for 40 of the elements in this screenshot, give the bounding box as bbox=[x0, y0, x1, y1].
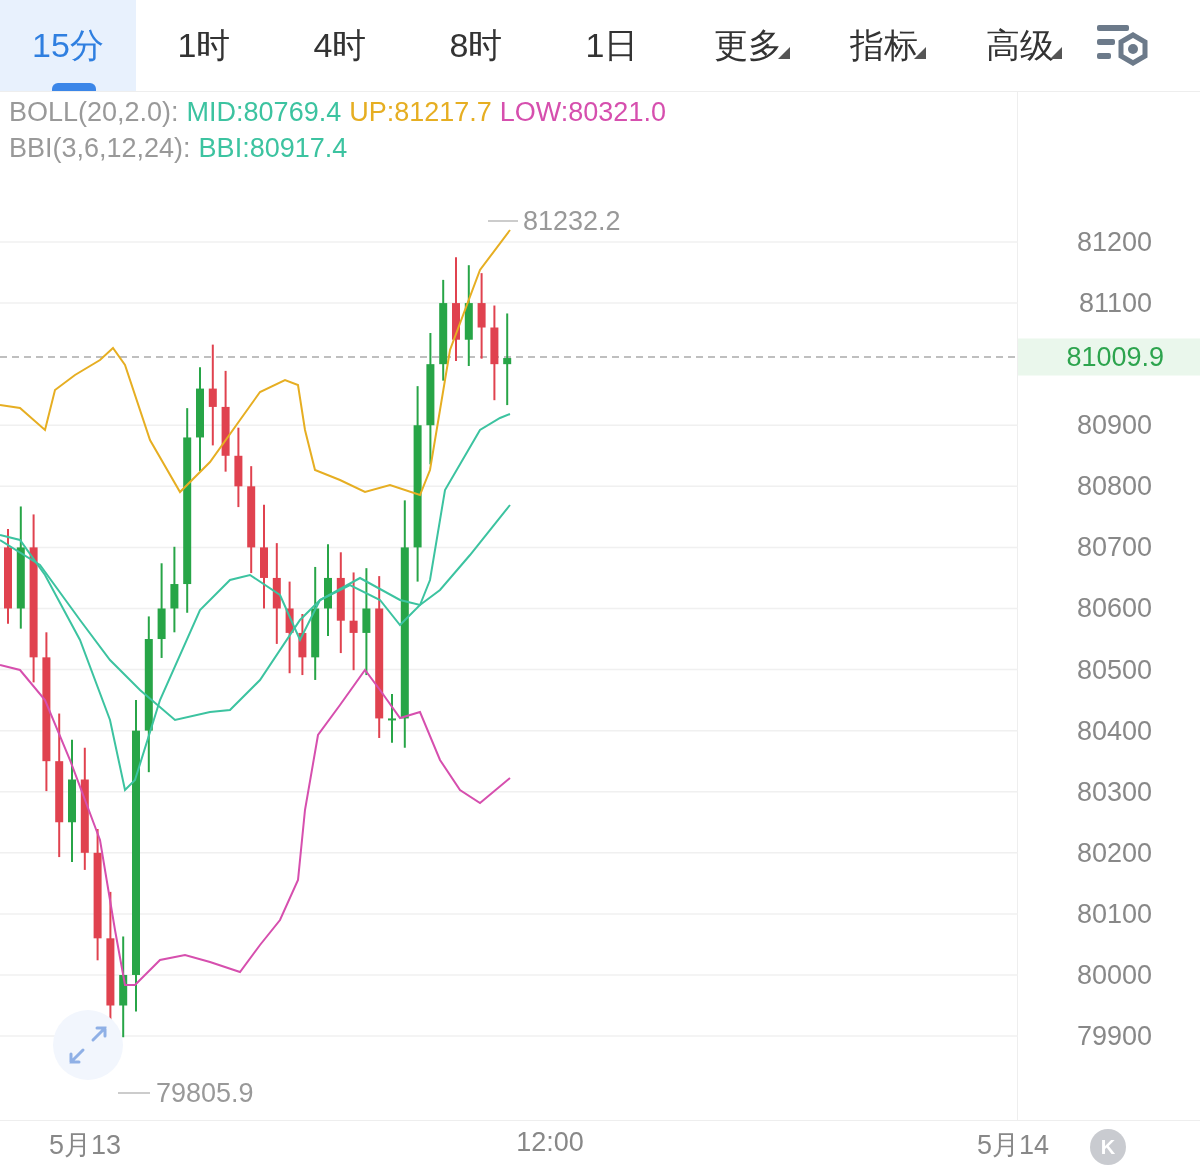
price-axis-label: 80700 bbox=[1076, 531, 1152, 563]
indicator-value: BBI:80917.4 bbox=[198, 132, 348, 164]
timeframe-tab[interactable]: 指标 bbox=[816, 0, 952, 91]
time-axis-label: 5月13 bbox=[48, 1129, 122, 1162]
timeframe-tab[interactable]: 高级 bbox=[952, 0, 1088, 91]
indicator-name: BBI(3,6,12,24): bbox=[9, 132, 191, 164]
timeframe-tab[interactable]: 8时 bbox=[408, 0, 544, 91]
price-axis-label: 80200 bbox=[1076, 837, 1152, 869]
timeframe-tab[interactable]: 4时 bbox=[272, 0, 408, 91]
candlestick bbox=[388, 693, 396, 744]
timeframe-tab[interactable]: 更多 bbox=[680, 0, 816, 91]
price-axis-label: 81200 bbox=[1076, 226, 1152, 258]
expand-button[interactable] bbox=[53, 1010, 123, 1080]
time-axis-label: 5月14 bbox=[976, 1129, 1050, 1162]
timeframe-tab[interactable]: 1日 bbox=[544, 0, 680, 91]
timeframe-tab[interactable]: 15分 bbox=[0, 0, 136, 91]
leader-line bbox=[487, 220, 519, 222]
indicator-value: UP:81217.7 bbox=[349, 96, 492, 128]
timeframe-tab[interactable]: 1时 bbox=[136, 0, 272, 91]
leader-line bbox=[117, 1092, 151, 1094]
price-axis-label: 80400 bbox=[1076, 715, 1152, 747]
price-axis-label: 80900 bbox=[1076, 409, 1152, 441]
price-axis-label: 80500 bbox=[1076, 654, 1152, 686]
high-price-label: 81232.2 bbox=[523, 205, 621, 237]
dropdown-corner-icon bbox=[778, 47, 790, 59]
settings-icon bbox=[1097, 22, 1151, 69]
price-axis-label: 80300 bbox=[1076, 776, 1152, 808]
candlestick bbox=[298, 613, 307, 677]
price-axis-label: 81100 bbox=[1078, 287, 1152, 319]
time-axis-label: 12:00 bbox=[516, 1127, 584, 1158]
indicator-value: MID:80769.4 bbox=[186, 96, 342, 128]
price-axis-label: 79900 bbox=[1076, 1020, 1152, 1052]
price-axis-label: 80800 bbox=[1076, 470, 1152, 502]
price-axis-label: 80600 bbox=[1076, 592, 1152, 624]
indicator-value: LOW:80321.0 bbox=[499, 96, 666, 128]
indicator-name: BOLL(20,2.0): bbox=[9, 96, 179, 128]
low-price-label: 79805.9 bbox=[156, 1077, 254, 1109]
current-price-label: 81009.9 bbox=[1018, 338, 1200, 376]
price-axis-label: 80100 bbox=[1076, 898, 1152, 930]
price-axis-label: 80000 bbox=[1076, 959, 1152, 991]
